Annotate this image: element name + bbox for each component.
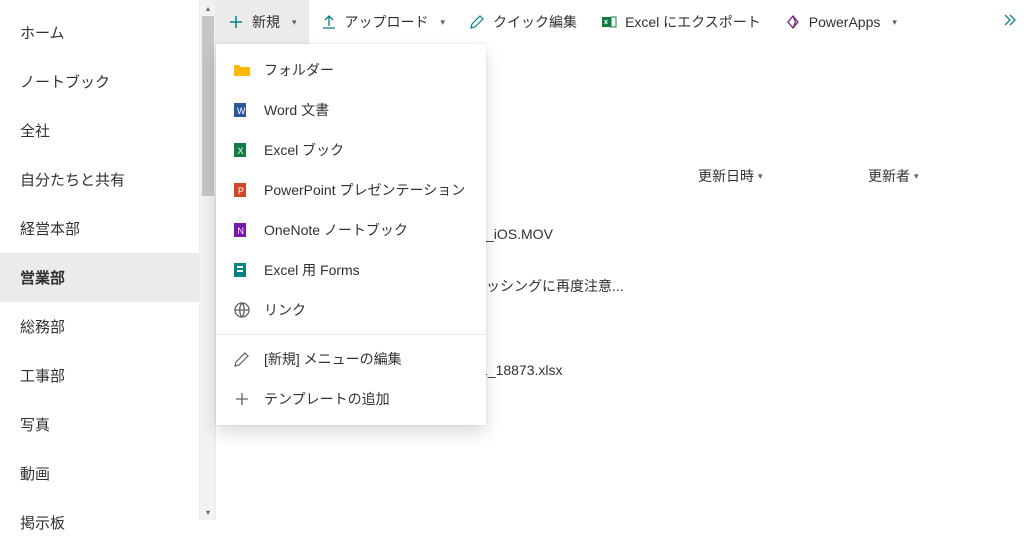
svg-text:N: N (238, 226, 245, 236)
powerapps-label: PowerApps (809, 14, 881, 30)
onenote-icon: N (232, 220, 252, 240)
menu-edit-new-label: [新規] メニューの編集 (264, 349, 402, 369)
menu-powerpoint-label: PowerPoint プレゼンテーション (264, 180, 465, 200)
sidebar-item-sales[interactable]: 営業部 (0, 253, 215, 302)
svg-text:X: X (238, 146, 244, 156)
powerpoint-icon: P (232, 180, 252, 200)
menu-folder[interactable]: フォルダー (216, 50, 486, 90)
plus-icon (232, 389, 252, 409)
quick-edit-label: クイック編集 (493, 12, 577, 32)
menu-onenote-label: OneNote ノートブック (264, 220, 408, 240)
upload-button-label: アップロード (345, 12, 429, 32)
sidebar-item-allcompany[interactable]: 全社 (0, 106, 215, 155)
sidebar-item-general[interactable]: 総務部 (0, 302, 215, 351)
menu-folder-label: フォルダー (264, 60, 334, 80)
menu-forms[interactable]: Excel 用 Forms (216, 250, 486, 290)
sidebar-item-videos[interactable]: 動画 (0, 449, 215, 498)
sidebar: ▴ ▾ ホーム ノートブック 全社 自分たちと共有 経営本部 営業部 総務部 工… (0, 0, 216, 520)
powerapps-icon (785, 14, 801, 30)
new-button[interactable]: 新規 ▾ (216, 0, 309, 44)
menu-word-label: Word 文書 (264, 100, 329, 120)
menu-link[interactable]: リンク (216, 290, 486, 330)
chevron-down-icon: ▾ (914, 171, 919, 182)
forms-icon (232, 260, 252, 280)
col-author[interactable]: 更新者 ▾ (868, 166, 988, 186)
partial-row-1[interactable]: _iOS.MOV (486, 226, 553, 242)
menu-forms-label: Excel 用 Forms (264, 260, 360, 280)
sidebar-item-home[interactable]: ホーム (0, 8, 215, 57)
sidebar-scrollbar[interactable]: ▴ ▾ (199, 0, 215, 520)
folder-icon (232, 60, 252, 80)
upload-button[interactable]: アップロード ▾ (309, 0, 458, 44)
chevron-down-icon: ▾ (292, 17, 297, 28)
col-modified[interactable]: 更新日時 ▾ (698, 166, 868, 186)
automate-icon[interactable] (1002, 12, 1018, 28)
export-excel-label: Excel にエクスポート (625, 12, 761, 32)
sidebar-item-construction[interactable]: 工事部 (0, 351, 215, 400)
excel-icon: X (232, 140, 252, 160)
menu-excel[interactable]: X Excel ブック (216, 130, 486, 170)
sidebar-item-sharedwithus[interactable]: 自分たちと共有 (0, 155, 215, 204)
sidebar-item-photos[interactable]: 写真 (0, 400, 215, 449)
svg-text:W: W (237, 106, 246, 116)
word-icon: W (232, 100, 252, 120)
scroll-thumb[interactable] (202, 16, 214, 196)
globe-icon (232, 300, 252, 320)
command-bar: 新規 ▾ アップロード ▾ クイック編集 Excel にエクスポート Power… (216, 0, 1024, 44)
scroll-up-icon[interactable]: ▴ (200, 0, 216, 16)
menu-powerpoint[interactable]: P PowerPoint プレゼンテーション (216, 170, 486, 210)
sidebar-item-management[interactable]: 経営本部 (0, 204, 215, 253)
menu-add-template-label: テンプレートの追加 (264, 389, 390, 409)
col-author-label: 更新者 (868, 166, 910, 186)
chevron-down-icon: ▾ (892, 17, 897, 28)
new-dropdown: フォルダー W Word 文書 X Excel ブック P PowerPoint… (216, 44, 486, 425)
svg-text:P: P (238, 186, 244, 196)
menu-word[interactable]: W Word 文書 (216, 90, 486, 130)
powerapps-button[interactable]: PowerApps ▾ (773, 0, 909, 44)
plus-icon (228, 14, 244, 30)
menu-edit-new[interactable]: [新規] メニューの編集 (216, 339, 486, 379)
chevron-down-icon: ▾ (441, 17, 446, 28)
quick-edit-button[interactable]: クイック編集 (457, 0, 589, 44)
menu-add-template[interactable]: テンプレートの追加 (216, 379, 486, 419)
scroll-down-icon[interactable]: ▾ (200, 504, 216, 520)
main: 新規 ▾ アップロード ▾ クイック編集 Excel にエクスポート Power… (216, 0, 1024, 520)
upload-icon (321, 14, 337, 30)
menu-separator (216, 334, 486, 335)
partial-row-2[interactable]: ッシングに再度注意... (486, 276, 624, 296)
col-modified-label: 更新日時 (698, 166, 754, 186)
chevron-down-icon: ▾ (758, 171, 763, 182)
menu-onenote[interactable]: N OneNote ノートブック (216, 210, 486, 250)
sidebar-item-notebook[interactable]: ノートブック (0, 57, 215, 106)
sidebar-item-board[interactable]: 掲示板 (0, 498, 215, 547)
new-button-label: 新規 (252, 12, 280, 32)
pencil-icon (232, 349, 252, 369)
menu-excel-label: Excel ブック (264, 140, 344, 160)
menu-link-label: リンク (264, 300, 306, 320)
pencil-icon (469, 14, 485, 30)
export-excel-button[interactable]: Excel にエクスポート (589, 0, 773, 44)
excel-icon (601, 14, 617, 30)
